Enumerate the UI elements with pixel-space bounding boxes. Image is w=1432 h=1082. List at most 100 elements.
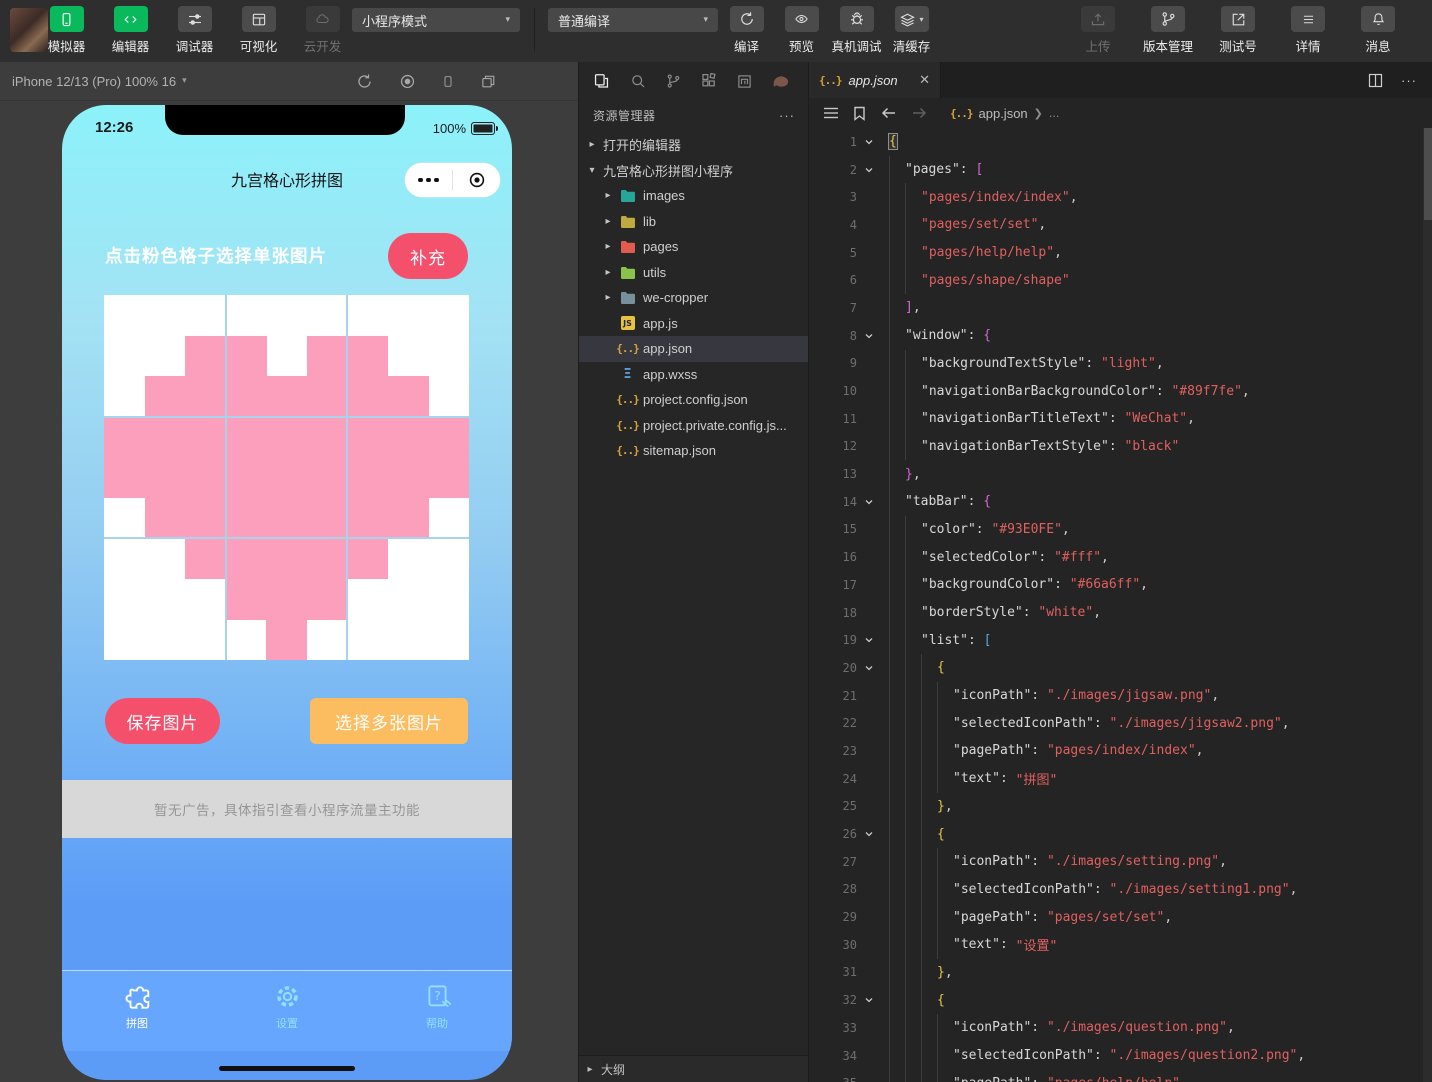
- device-selector[interactable]: iPhone 12/13 (Pro) 100% 16: [12, 74, 176, 89]
- tree-project-root[interactable]: ▾九宫格心形拼图小程序: [579, 158, 809, 184]
- devtools-icon[interactable]: [772, 75, 789, 88]
- code-line[interactable]: 7],: [809, 294, 1432, 322]
- split-editor-icon[interactable]: [1368, 73, 1383, 88]
- breadcrumb[interactable]: {..} app.json ❯ ...: [950, 106, 1059, 121]
- more-actions-icon[interactable]: ···: [779, 108, 795, 123]
- git-branch-icon[interactable]: [666, 73, 681, 89]
- save-image-button[interactable]: 保存图片: [105, 698, 220, 744]
- preview-button[interactable]: 预览: [777, 6, 826, 55]
- npm-icon[interactable]: [737, 74, 752, 89]
- tree-item-app.wxss[interactable]: Ξapp.wxss: [579, 362, 809, 388]
- details-button[interactable]: 详情: [1280, 6, 1336, 55]
- code-line[interactable]: 21"iconPath": "./images/jigsaw.png",: [809, 682, 1432, 710]
- editor-scrollbar[interactable]: [1423, 128, 1432, 1082]
- more-actions-icon[interactable]: ···: [1401, 73, 1417, 88]
- cloud-dev-button[interactable]: 云开发: [298, 6, 347, 55]
- code-line[interactable]: 11"navigationBarTitleText": "WeChat",: [809, 405, 1432, 433]
- record-icon[interactable]: [399, 73, 416, 90]
- code-token: ,: [1093, 605, 1101, 620]
- code-line[interactable]: 16"selectedColor": "#fff",: [809, 543, 1432, 571]
- capsule-menu-button[interactable]: [405, 178, 452, 183]
- outline-list-icon[interactable]: [823, 106, 839, 120]
- device-debug-button[interactable]: 真机调试: [832, 6, 881, 55]
- tree-open-editors[interactable]: ▸打开的编辑器: [579, 132, 809, 158]
- code-line[interactable]: 27"iconPath": "./images/setting.png",: [809, 848, 1432, 876]
- code-line[interactable]: 33"iconPath": "./images/question.png",: [809, 1014, 1432, 1042]
- code-line[interactable]: 14"tabBar": {: [809, 488, 1432, 516]
- editor-button[interactable]: 编辑器: [106, 6, 155, 55]
- mode-select[interactable]: 小程序模式 ▾: [352, 8, 520, 32]
- capsule-exit-button[interactable]: [453, 171, 500, 189]
- code-line[interactable]: 30"text": "设置": [809, 931, 1432, 959]
- code-line[interactable]: 29"pagePath": "pages/set/set",: [809, 903, 1432, 931]
- tabbar-item-jigsaw[interactable]: 拼图: [62, 971, 212, 1051]
- tab-app-json[interactable]: {..} app.json ✕: [809, 62, 941, 98]
- code-line[interactable]: 5"pages/help/help",: [809, 239, 1432, 267]
- code-line[interactable]: 31},: [809, 959, 1432, 987]
- code-line[interactable]: 9"backgroundTextStyle": "light",: [809, 350, 1432, 378]
- code-line[interactable]: 12"navigationBarTextStyle": "black": [809, 433, 1432, 461]
- tabbar-item-gear[interactable]: 设置: [212, 971, 362, 1051]
- code-line[interactable]: 23"pagePath": "pages/index/index",: [809, 737, 1432, 765]
- tree-item-we-cropper[interactable]: ▸we-cropper: [579, 285, 809, 311]
- select-multi-images-button[interactable]: 选择多张图片: [310, 698, 468, 744]
- compile-mode-select[interactable]: 普通编译 ▾: [548, 8, 718, 32]
- outline-section[interactable]: ▸ 大纲: [579, 1055, 809, 1082]
- code-line[interactable]: 6"pages/shape/shape": [809, 266, 1432, 294]
- device-icon[interactable]: [442, 73, 454, 90]
- code-area[interactable]: 1{2"pages": [3"pages/index/index",4"page…: [809, 128, 1432, 1082]
- scrollbar-thumb[interactable]: [1424, 128, 1432, 220]
- test-account-button[interactable]: 测试号: [1210, 6, 1266, 55]
- line-number: 2: [809, 163, 857, 177]
- code-line[interactable]: 10"navigationBarBackgroundColor": "#89f7…: [809, 377, 1432, 405]
- code-line[interactable]: 24"text": "拼图": [809, 765, 1432, 793]
- code-line[interactable]: 1{: [809, 128, 1432, 156]
- code-line[interactable]: 4"pages/set/set",: [809, 211, 1432, 239]
- search-icon[interactable]: [630, 73, 646, 89]
- tree-item-project.config.json[interactable]: {..}project.config.json: [579, 387, 809, 413]
- windows-icon[interactable]: [480, 74, 497, 89]
- back-arrow-icon[interactable]: [880, 106, 897, 120]
- tree-item-utils[interactable]: ▸utils: [579, 260, 809, 286]
- code-line[interactable]: 17"backgroundColor": "#66a6ff",: [809, 571, 1432, 599]
- code-line[interactable]: 2"pages": [: [809, 156, 1432, 184]
- tabbar-item-help[interactable]: ?帮助: [362, 971, 512, 1051]
- tree-item-app.js[interactable]: JSapp.js: [579, 311, 809, 337]
- tree-item-app.json[interactable]: {..}app.json: [579, 336, 809, 362]
- simulator-button[interactable]: 模拟器: [42, 6, 91, 55]
- code-line[interactable]: 34"selectedIconPath": "./images/question…: [809, 1042, 1432, 1070]
- files-icon[interactable]: [593, 73, 610, 90]
- forward-arrow-icon[interactable]: [911, 106, 928, 120]
- code-line[interactable]: 13},: [809, 460, 1432, 488]
- code-line[interactable]: 26{: [809, 820, 1432, 848]
- version-button[interactable]: 版本管理: [1140, 6, 1196, 55]
- close-icon[interactable]: ✕: [919, 73, 930, 88]
- code-line[interactable]: 18"borderStyle": "white",: [809, 599, 1432, 627]
- code-line[interactable]: 8"window": {: [809, 322, 1432, 350]
- compile-button[interactable]: 编译: [722, 6, 771, 55]
- refresh-icon[interactable]: [356, 73, 373, 90]
- clear-cache-button[interactable]: ▾清缓存: [887, 6, 936, 55]
- code-line[interactable]: 25},: [809, 793, 1432, 821]
- code-line[interactable]: 20{: [809, 654, 1432, 682]
- tree-item-sitemap.json[interactable]: {..}sitemap.json: [579, 438, 809, 464]
- tree-item-images[interactable]: ▸images: [579, 183, 809, 209]
- tree-item-project.private.config.js...[interactable]: {..}project.private.config.js...: [579, 413, 809, 439]
- bookmark-icon[interactable]: [853, 106, 866, 121]
- tree-item-lib[interactable]: ▸lib: [579, 209, 809, 235]
- code-line[interactable]: 15"color": "#93E0FE",: [809, 516, 1432, 544]
- upload-button[interactable]: 上传: [1070, 6, 1126, 55]
- messages-button[interactable]: 消息: [1350, 6, 1406, 55]
- code-line[interactable]: 19"list": [: [809, 626, 1432, 654]
- extensions-icon[interactable]: [701, 73, 717, 89]
- code-line[interactable]: 28"selectedIconPath": "./images/setting1…: [809, 876, 1432, 904]
- code-line[interactable]: 3"pages/index/index",: [809, 183, 1432, 211]
- supplement-button[interactable]: 补充: [388, 233, 468, 279]
- code-line[interactable]: 32{: [809, 986, 1432, 1014]
- heart-puzzle-grid[interactable]: [104, 295, 469, 660]
- code-line[interactable]: 35"pagePath": "pages/help/help": [809, 1069, 1432, 1082]
- debugger-button[interactable]: 调试器: [170, 6, 219, 55]
- code-line[interactable]: 22"selectedIconPath": "./images/jigsaw2.…: [809, 709, 1432, 737]
- visualization-button[interactable]: 可视化: [234, 6, 283, 55]
- tree-item-pages[interactable]: ▸pages: [579, 234, 809, 260]
